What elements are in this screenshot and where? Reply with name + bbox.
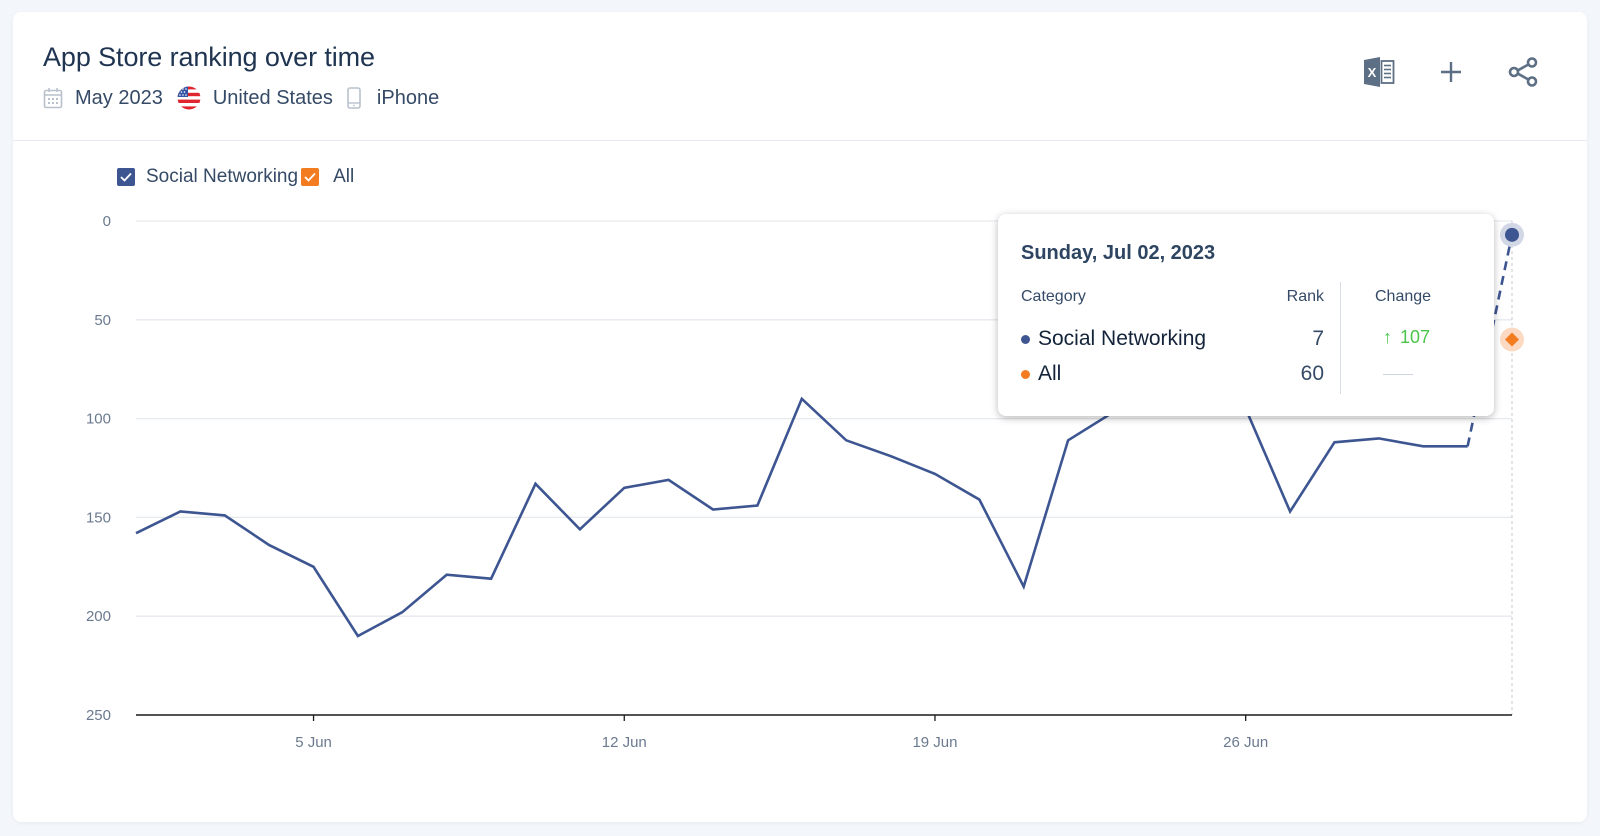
tooltip-row-all: All: [1021, 362, 1061, 386]
tooltip-date: Sunday, Jul 02, 2023: [1021, 242, 1216, 264]
x-tick-label: 26 Jun: [1223, 734, 1268, 751]
chart-card: App Store ranking over time May 2023 Uni…: [13, 12, 1587, 822]
x-axis: 5 Jun 12 Jun 19 Jun 26 Jun: [136, 714, 1512, 751]
y-tick-label: 100: [86, 411, 111, 428]
tooltip-divider: [1340, 282, 1341, 394]
x-tick-label: 12 Jun: [602, 734, 647, 751]
tooltip-rank: 60: [1300, 362, 1324, 385]
chart-tooltip: Sunday, Jul 02, 2023 Category Rank Chang…: [998, 214, 1494, 416]
y-tick-label: 50: [94, 312, 111, 329]
tooltip-category: All: [1038, 362, 1062, 385]
tooltip-header-category: Category: [1021, 288, 1086, 305]
y-axis: 0 50 100 150 200 250: [86, 213, 111, 724]
tooltip-header-change: Change: [1375, 288, 1432, 305]
y-tick-label: 0: [103, 213, 111, 230]
arrow-up-icon: ↑: [1383, 327, 1392, 347]
series-dot-icon: [1021, 369, 1030, 379]
x-tick-label: 19 Jun: [912, 734, 957, 751]
tooltip-rank: 7: [1312, 327, 1324, 350]
tooltip-change-value: 107: [1400, 327, 1431, 347]
tooltip-header-rank: Rank: [1286, 288, 1324, 305]
x-tick-label: 5 Jun: [295, 734, 332, 751]
tooltip-row-social-networking: Social Networking: [1021, 327, 1206, 351]
y-tick-label: 200: [86, 608, 111, 625]
marker-social-networking: [1505, 227, 1519, 242]
tooltip-change: ↑ 107: [1383, 327, 1430, 348]
y-tick-label: 250: [86, 707, 111, 724]
ranking-line-chart[interactable]: 0 50 100 150 200 250 5 Jun 12 Jun 19 Jun 26 Jun: [13, 12, 1587, 822]
tooltip-no-change: [1383, 374, 1413, 375]
tooltip-category: Social Networking: [1038, 327, 1207, 350]
series-dot-icon: [1021, 334, 1030, 344]
series-line-social-networking: [135, 393, 1468, 638]
y-tick-label: 150: [86, 509, 111, 526]
